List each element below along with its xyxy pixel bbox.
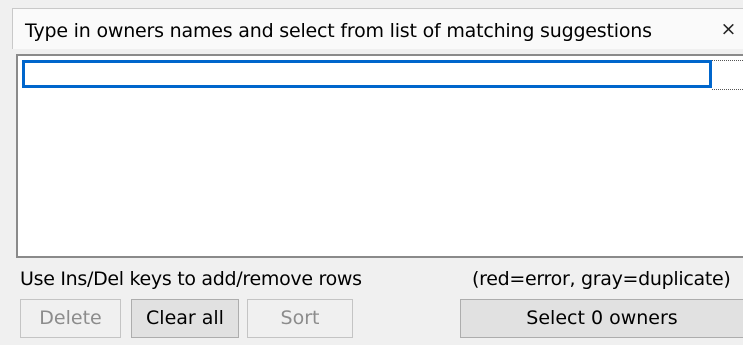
header-title: Type in owners names and select from lis… [25, 20, 652, 42]
delete-button[interactable]: Delete [20, 299, 121, 338]
owner-picker-panel: Type in owners names and select from lis… [0, 0, 743, 345]
row-extra-cell[interactable] [712, 60, 743, 90]
owner-name-input[interactable] [22, 60, 712, 88]
clear-all-button[interactable]: Clear all [131, 299, 239, 338]
owners-list[interactable] [16, 54, 743, 258]
sort-button[interactable]: Sort [247, 299, 353, 338]
header-bar: Type in owners names and select from lis… [12, 8, 743, 49]
select-owners-button[interactable]: Select 0 owners [460, 299, 743, 338]
close-icon[interactable]: × [713, 9, 743, 49]
keys-hint: Use Ins/Del keys to add/remove rows [20, 268, 362, 290]
color-legend-hint: (red=error, gray=duplicate) [472, 268, 731, 290]
